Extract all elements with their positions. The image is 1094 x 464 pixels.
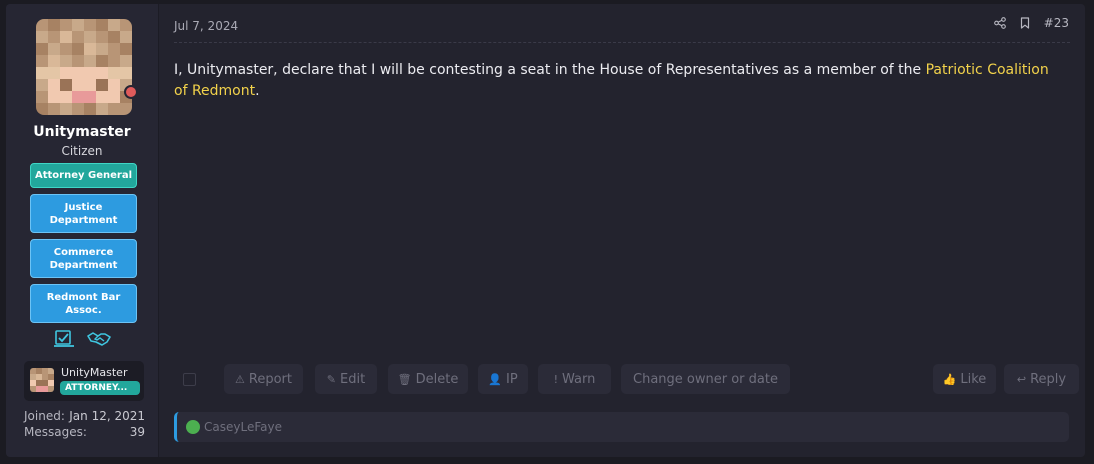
- banner-justice-department: Justice Department: [30, 194, 137, 233]
- change-owner-button[interactable]: Change owner or date: [621, 364, 790, 394]
- exclamation-icon: !: [553, 372, 559, 386]
- edit-label: Edit: [340, 371, 366, 387]
- report-label: Report: [248, 371, 292, 387]
- bookmark-icon[interactable]: [1020, 17, 1030, 29]
- delete-button[interactable]: 🗑 Delete: [388, 364, 468, 394]
- header-divider: [174, 42, 1070, 43]
- report-button[interactable]: ⚠ Report: [224, 364, 303, 394]
- stat-value: 39: [129, 425, 145, 439]
- edit-icon: ✎: [326, 372, 337, 386]
- banner-redmont-bar: Redmont Bar Assoc.: [30, 284, 137, 323]
- stat-label: Messages:: [24, 425, 87, 439]
- post-number[interactable]: #23: [1044, 16, 1069, 30]
- warning-triangle-icon: ⚠: [235, 372, 245, 386]
- reaction-user[interactable]: CaseyLeFaye: [204, 420, 282, 434]
- edit-button[interactable]: ✎ Edit: [315, 364, 377, 394]
- message-text-end: .: [255, 83, 260, 99]
- mini-avatar: [30, 368, 54, 392]
- mini-profile-card[interactable]: UnityMaster ATTORNEY...: [24, 361, 144, 401]
- status-dot: [124, 85, 138, 99]
- like-label: Like: [960, 371, 987, 387]
- mini-username: UnityMaster: [61, 366, 128, 379]
- mini-role-badge: ATTORNEY...: [60, 381, 140, 395]
- user-stats: Joined: Jan 12, 2021 Messages: 39: [24, 408, 145, 440]
- message-text: I, Unitymaster, declare that I will be c…: [174, 62, 926, 78]
- warn-button[interactable]: ! Warn: [538, 364, 611, 394]
- user-icon: 👤: [488, 372, 502, 386]
- warn-label: Warn: [562, 371, 596, 387]
- avatar[interactable]: [36, 19, 138, 115]
- post-header-actions: #23: [993, 16, 1069, 30]
- change-owner-label: Change owner or date: [633, 371, 778, 387]
- ip-label: IP: [506, 371, 518, 387]
- reaction-user-avatar: [186, 420, 200, 434]
- user-title: Citizen: [61, 144, 103, 158]
- avatar-image: [36, 19, 132, 115]
- delete-label: Delete: [415, 371, 459, 387]
- reply-button[interactable]: ↩ Reply: [1004, 364, 1079, 394]
- forum-post: Unitymaster Citizen Attorney General Jus…: [6, 4, 1085, 457]
- post-date[interactable]: Jul 7, 2024: [174, 19, 238, 33]
- stat-messages: Messages: 39: [24, 424, 145, 440]
- share-icon[interactable]: [993, 17, 1006, 29]
- select-post-checkbox[interactable]: [183, 373, 196, 386]
- post-main: Jul 7, 2024 #23 I, Unitymaster, declare …: [159, 4, 1085, 457]
- thumbs-up-icon: 👍: [942, 372, 957, 386]
- handshake-icon[interactable]: [87, 330, 111, 352]
- username[interactable]: Unitymaster: [6, 124, 158, 140]
- stat-joined: Joined: Jan 12, 2021: [24, 408, 145, 424]
- stat-label: Joined:: [24, 409, 65, 423]
- user-info-column: Unitymaster Citizen Attorney General Jus…: [6, 4, 159, 457]
- like-button[interactable]: 👍 Like: [933, 364, 996, 394]
- stat-value: Jan 12, 2021: [69, 409, 145, 423]
- ip-button[interactable]: 👤 IP: [478, 364, 528, 394]
- reactions-bar[interactable]: CaseyLeFaye: [174, 412, 1069, 442]
- checklist-icon[interactable]: [53, 330, 75, 352]
- post-message: I, Unitymaster, declare that I will be c…: [174, 60, 1054, 102]
- badge-icons: [6, 330, 158, 352]
- reply-label: Reply: [1030, 371, 1067, 387]
- banner-commerce-department: Commerce Department: [30, 239, 137, 278]
- banner-attorney-general: Attorney General: [30, 163, 137, 188]
- reply-arrow-icon: ↩: [1016, 372, 1027, 386]
- trash-icon: 🗑: [397, 372, 412, 386]
